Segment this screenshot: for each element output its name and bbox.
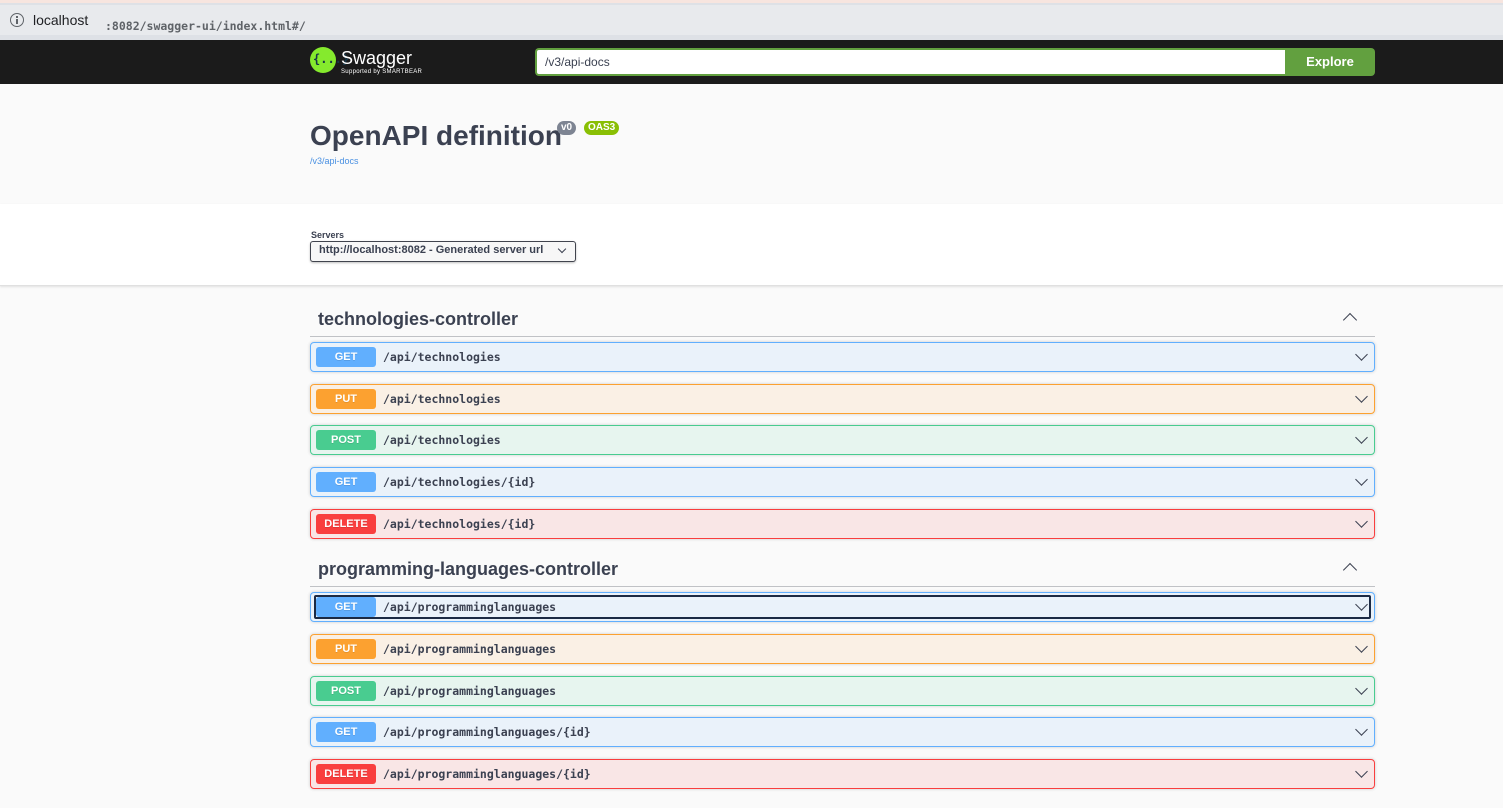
operation-path: /api/programminglanguages xyxy=(383,600,557,614)
operation-path: /api/technologies xyxy=(383,350,501,364)
operation-put-technologies[interactable]: PUT /api/technologies xyxy=(310,384,1375,414)
method-badge: GET xyxy=(316,472,376,492)
operation-path: /api/technologies xyxy=(383,433,501,447)
operation-path: /api/programminglanguages/{id} xyxy=(383,767,591,781)
url-host: localhost xyxy=(33,12,89,28)
servers-label: Servers xyxy=(311,230,345,240)
spec-url-input[interactable] xyxy=(535,48,1286,76)
api-info: OpenAPI definition v0 OAS3 /v3/api-docs xyxy=(0,84,1503,204)
method-badge: POST xyxy=(316,681,376,701)
method-badge: DELETE xyxy=(316,514,376,534)
chevron-down-icon[interactable] xyxy=(1355,348,1368,361)
explore-button[interactable]: Explore xyxy=(1285,48,1375,76)
site-info-icon[interactable] xyxy=(10,13,24,27)
chevron-down-icon[interactable] xyxy=(1355,765,1368,778)
operation-post-programming-languages[interactable]: POST /api/programminglanguages xyxy=(310,676,1375,706)
logo-title: Swagger xyxy=(341,48,413,68)
method-badge: PUT xyxy=(316,389,376,409)
chevron-down-icon[interactable] xyxy=(1355,431,1368,444)
chevron-down-icon[interactable] xyxy=(1355,682,1368,695)
tag-title: programming-languages-controller xyxy=(318,559,619,579)
chevron-down-icon[interactable] xyxy=(1355,640,1368,653)
method-badge: POST xyxy=(316,430,376,450)
chevron-down-icon[interactable] xyxy=(1355,723,1368,736)
method-badge: PUT xyxy=(316,639,376,659)
url-path: :8082/swagger-ui/index.html#/ xyxy=(105,19,306,33)
operation-put-programming-languages[interactable]: PUT /api/programminglanguages xyxy=(310,634,1375,664)
servers-select[interactable]: http://localhost:8082 - Generated server… xyxy=(310,241,576,262)
method-badge: GET xyxy=(316,597,376,617)
operation-path: /api/programminglanguages xyxy=(383,684,557,698)
tag-header-technologies[interactable]: technologies-controller xyxy=(310,299,1375,337)
method-badge: GET xyxy=(316,347,376,367)
spec-link[interactable]: /v3/api-docs xyxy=(310,156,359,166)
operation-delete-programming-language[interactable]: DELETE /api/programminglanguages/{id} xyxy=(310,759,1375,789)
operation-path: /api/technologies/{id} xyxy=(383,517,536,531)
tag-title: technologies-controller xyxy=(318,309,519,329)
chevron-down-icon[interactable] xyxy=(1355,390,1368,403)
servers-section: Servers http://localhost:8082 - Generate… xyxy=(0,204,1503,286)
operation-delete-technology[interactable]: DELETE /api/technologies/{id} xyxy=(310,509,1375,539)
operation-get-technologies[interactable]: GET /api/technologies xyxy=(310,342,1375,372)
version-badge: v0 xyxy=(557,121,577,135)
operation-path: /api/programminglanguages xyxy=(383,642,557,656)
operation-path: /api/technologies/{id} xyxy=(383,475,536,489)
servers-selected-value: http://localhost:8082 - Generated server… xyxy=(319,244,544,256)
operation-get-programming-language-by-id[interactable]: GET /api/programminglanguages/{id} xyxy=(310,717,1375,747)
operation-post-technologies[interactable]: POST /api/technologies xyxy=(310,425,1375,455)
chevron-down-icon[interactable] xyxy=(1355,515,1368,528)
operation-get-technology-by-id[interactable]: GET /api/technologies/{id} xyxy=(310,467,1375,497)
chevron-up-icon[interactable] xyxy=(1342,562,1358,578)
url-text[interactable]: localhost :8082/swagger-ui/index.html#/ xyxy=(33,12,306,33)
chevron-down-icon[interactable] xyxy=(1355,473,1368,486)
tag-header-programming-languages[interactable]: programming-languages-controller xyxy=(310,549,1375,587)
swagger-topbar: {...} Swagger Supported by SMARTBEAR Exp… xyxy=(0,40,1503,84)
chevron-down-icon xyxy=(557,244,567,254)
browser-tab-strip xyxy=(0,0,1503,3)
operation-path: /api/technologies xyxy=(383,392,501,406)
oas-badge: OAS3 xyxy=(584,121,620,135)
method-badge: DELETE xyxy=(316,764,376,784)
operation-get-programming-languages[interactable]: GET /api/programminglanguages xyxy=(310,592,1375,622)
logo-subtitle: Supported by SMARTBEAR xyxy=(341,69,423,75)
page-title: OpenAPI definition xyxy=(310,120,562,151)
operation-path: /api/programminglanguages/{id} xyxy=(383,725,591,739)
swagger-logo-icon: {...} xyxy=(310,47,349,73)
method-badge: GET xyxy=(316,722,376,742)
chevron-up-icon[interactable] xyxy=(1342,312,1358,328)
browser-address-bar: localhost :8082/swagger-ui/index.html#/ xyxy=(0,0,1503,40)
